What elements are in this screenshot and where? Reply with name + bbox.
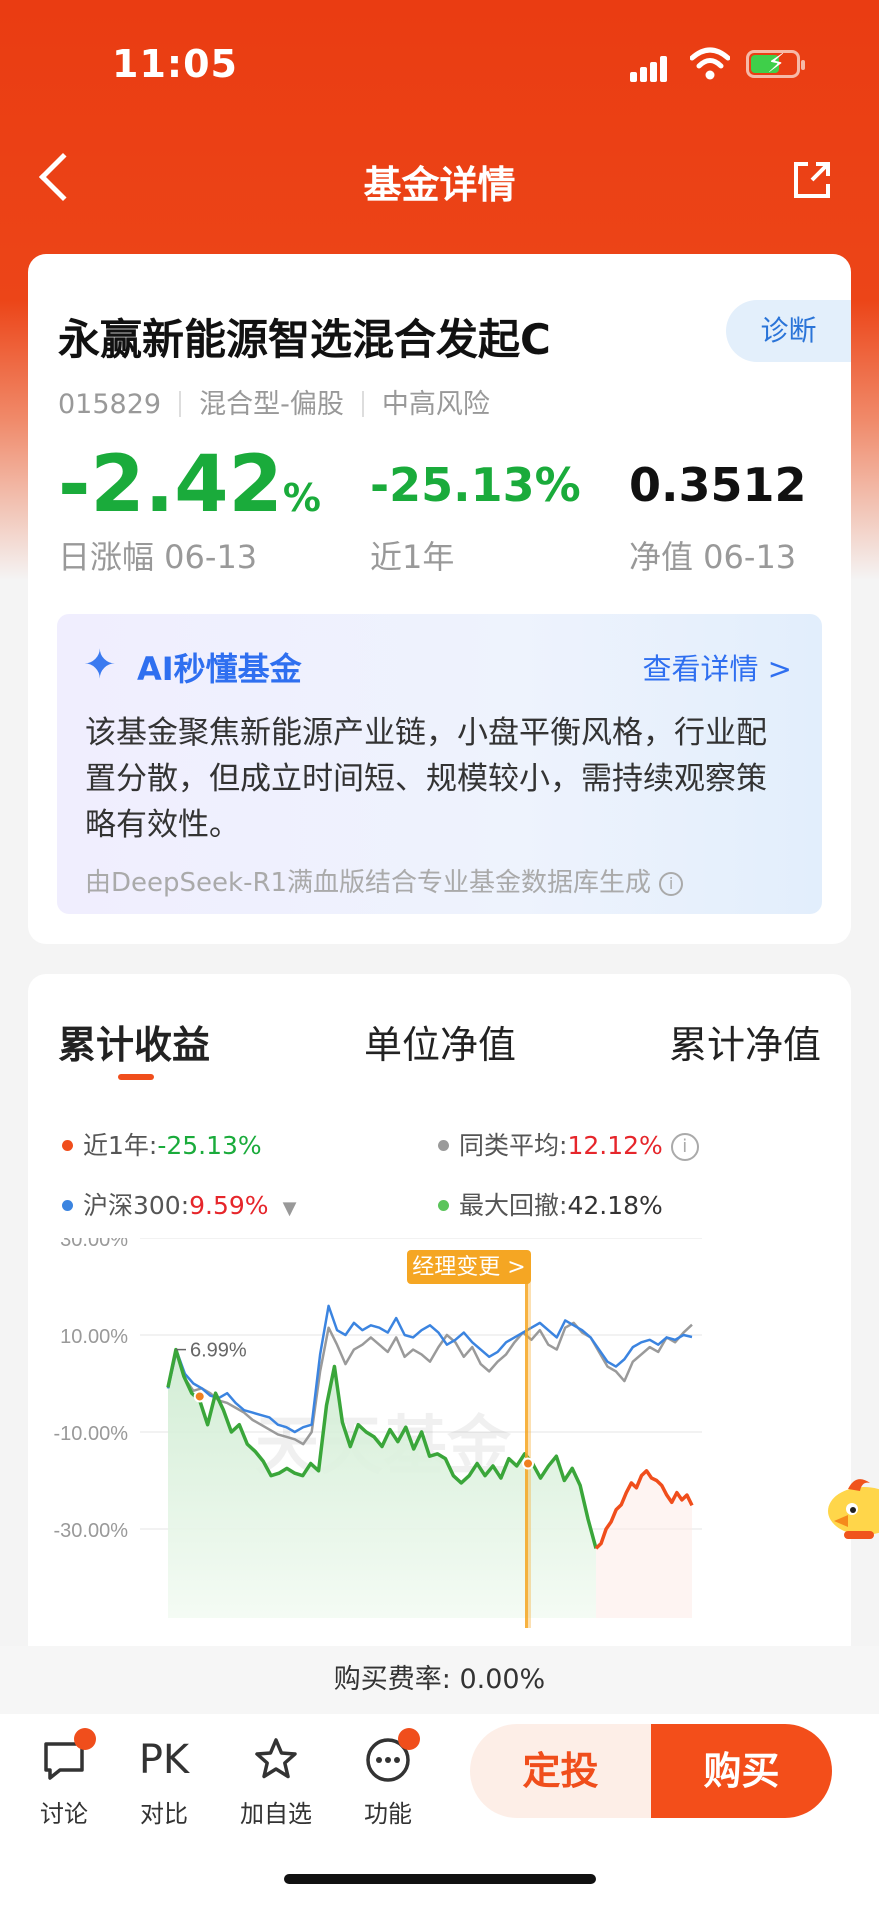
pk-icon: PK: [138, 1737, 190, 1783]
legend-dot: [438, 1140, 449, 1151]
sip-button[interactable]: 定投: [470, 1724, 651, 1818]
tab-cumulative-return[interactable]: 累计收益: [58, 1014, 210, 1069]
notification-badge: [398, 1728, 420, 1750]
y-tick-label: 10.00%: [60, 1326, 128, 1348]
more-functions-label: 功能: [364, 1800, 412, 1828]
notification-badge: [74, 1728, 96, 1750]
manager-change-label: 经理变更 >: [412, 1255, 525, 1280]
nav-value: 0.3512: [629, 458, 807, 512]
info-icon[interactable]: i: [659, 872, 684, 896]
info-icon[interactable]: i: [670, 1133, 699, 1161]
diagnose-button[interactable]: 诊断: [726, 300, 851, 362]
legend-label: 近1年:: [83, 1131, 158, 1160]
legend-label: 最大回撤:: [459, 1191, 568, 1220]
daily-change-value-row: -2.42%: [58, 444, 321, 526]
legend-fund: 近1年:-25.13%: [62, 1126, 262, 1162]
trade-point: [522, 1457, 534, 1470]
fund-summary-card: 永赢新能源智选混合发起C 诊断 015829 混合型-偏股 中高风险 -2.42% …: [28, 254, 851, 944]
legend-dot: [62, 1140, 73, 1151]
legend-value: -25.13%: [157, 1131, 262, 1160]
discuss-label: 讨论: [40, 1800, 88, 1828]
return-chart[interactable]: 30.00%10.00%-10.00%-30.00%天天基金经理变更 >6.99…: [28, 1238, 851, 1668]
tab-unit-nav[interactable]: 单位净值: [364, 1014, 516, 1069]
discuss-action[interactable]: 讨论: [24, 1728, 104, 1829]
legend-peer: 同类平均:12.12% i: [438, 1126, 699, 1162]
legend-value: 9.59%: [189, 1191, 269, 1220]
purchase-fee: 购买费率: 0.00%: [0, 1646, 879, 1714]
daily-change-unit: %: [282, 476, 321, 520]
nav-stat: 0.3512 净值 06-13: [629, 444, 807, 578]
nav-bar: 基金详情: [0, 140, 879, 220]
legend-dot: [438, 1200, 449, 1211]
fund-name: 永赢新能源智选混合发起C: [58, 315, 551, 364]
legend-label: 同类平均:: [459, 1131, 568, 1160]
fund-risk: 中高风险: [381, 389, 490, 420]
ai-source-text: 由DeepSeek-R1满血版结合专业基金数据库生成: [85, 868, 652, 898]
ai-more-link[interactable]: 查看详情 >: [642, 646, 792, 688]
legend-value: 42.18%: [567, 1191, 663, 1220]
wifi-icon: [690, 47, 730, 80]
mascot-icon[interactable]: [826, 1465, 879, 1549]
page-title: 基金详情: [363, 163, 516, 207]
daily-change-stat: -2.42% 日涨幅 06-13: [58, 444, 321, 578]
peak-label: 6.99%: [190, 1340, 247, 1362]
year-change-value: -25.13%: [370, 458, 581, 512]
status-bar: 11:05 ⚡: [0, 0, 879, 120]
legend-label: 沪深300:: [83, 1191, 190, 1220]
tab-cumulative-nav[interactable]: 累计净值: [669, 1014, 821, 1069]
purchase-buttons: 定投 购买: [470, 1724, 832, 1818]
ai-source: 由DeepSeek-R1满血版结合专业基金数据库生成 i: [85, 862, 684, 899]
ai-body: 该基金聚焦新能源产业链，小盘平衡风格，行业配置分散，但成立时间短、规模较小，需持…: [85, 715, 767, 843]
legend-drawdown: 最大回撤:42.18%: [438, 1186, 663, 1222]
dropdown-arrow-icon[interactable]: ▼: [283, 1198, 297, 1219]
fund-code: 015829: [58, 389, 162, 420]
more-functions-action[interactable]: 功能: [348, 1728, 428, 1829]
star-icon: [255, 1738, 297, 1779]
compare-action[interactable]: PK 对比: [124, 1732, 204, 1829]
y-tick-label: -10.00%: [54, 1423, 129, 1445]
compare-label: 对比: [140, 1800, 188, 1828]
fund-meta: 015829 混合型-偏股 中高风险: [58, 382, 490, 421]
fund-type: 混合型-偏股: [199, 389, 344, 420]
home-indicator: [284, 1874, 596, 1884]
ai-summary-box: ✦ AI秒懂基金 查看详情 > 该基金聚焦新能源产业链，小盘平衡风格，行业配置分…: [57, 614, 822, 914]
manager-change-line: [525, 1268, 528, 1628]
daily-change-value: -2.42: [58, 440, 283, 530]
add-watchlist-action[interactable]: 加自选: [236, 1732, 316, 1829]
year-change-stat: -25.13% 近1年: [370, 444, 581, 578]
status-time: 11:05: [112, 42, 238, 86]
performance-card: 累计收益 单位净值 累计净值 近1年:-25.13% 同类平均:12.12% i …: [28, 974, 851, 1674]
active-tab-indicator: [118, 1074, 154, 1080]
trade-point: [193, 1390, 206, 1403]
battery-icon: ⚡: [746, 49, 805, 79]
y-tick-label: -30.00%: [54, 1520, 129, 1542]
signal-icon: [630, 52, 674, 82]
daily-change-label: 日涨幅 06-13: [58, 538, 258, 576]
legend-dot: [62, 1200, 73, 1211]
bottom-bar: 购买费率: 0.00% 讨论 PK 对比 加自选 功能 定投 购买: [0, 1646, 879, 1905]
legend-hs300[interactable]: 沪深300:9.59% ▼: [62, 1186, 296, 1222]
buy-button[interactable]: 购买: [651, 1724, 832, 1818]
nav-label: 净值 06-13: [629, 538, 797, 576]
year-change-label: 近1年: [370, 538, 455, 576]
share-icon[interactable]: [790, 158, 834, 202]
fund-area: [168, 1349, 596, 1618]
legend-value: 12.12%: [567, 1131, 663, 1160]
ai-title: AI秒懂基金: [137, 650, 302, 688]
add-watchlist-label: 加自选: [240, 1800, 312, 1828]
sparkle-icon: ✦: [83, 642, 117, 688]
y-tick-label: 30.00%: [60, 1238, 128, 1251]
